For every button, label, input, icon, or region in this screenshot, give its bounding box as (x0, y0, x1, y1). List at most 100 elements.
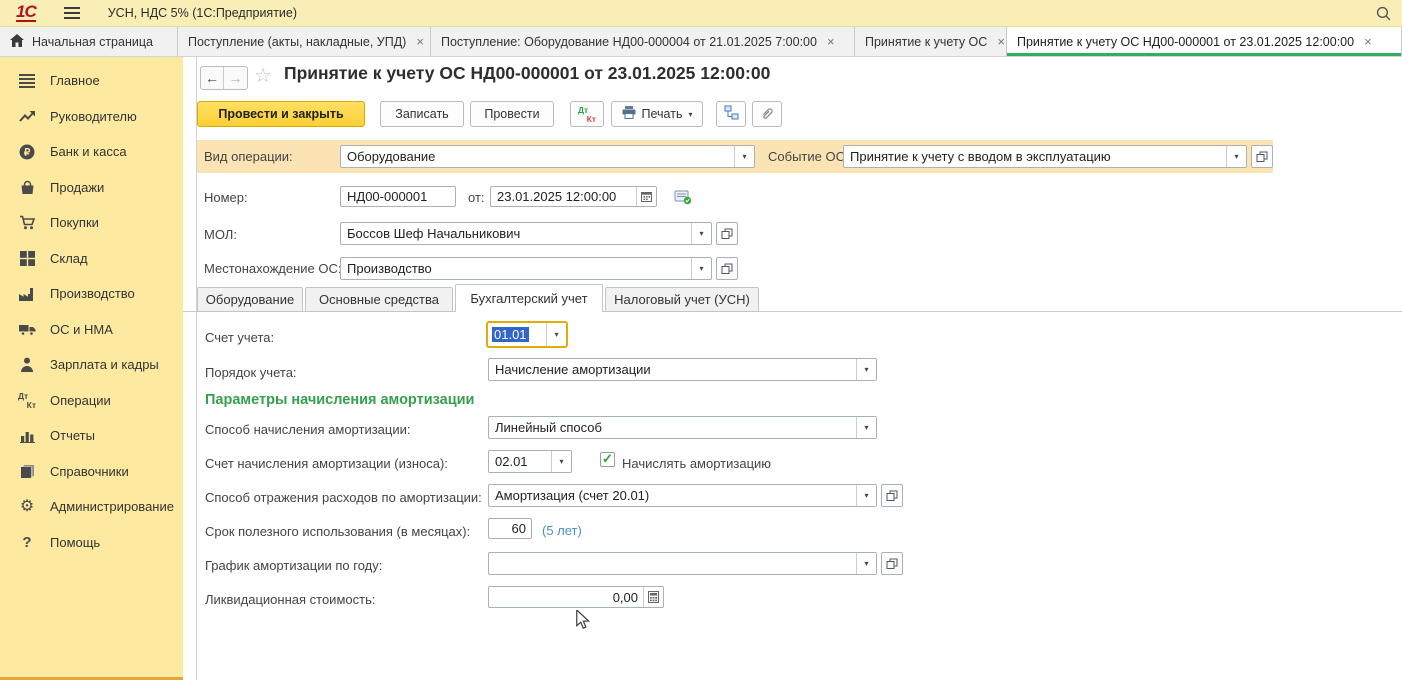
favorite-star-icon[interactable]: ☆ (254, 63, 272, 88)
main-menu-icon[interactable] (64, 7, 80, 19)
accrue-depreciation-checkbox[interactable]: ✓ (600, 452, 615, 467)
post-button[interactable]: Провести (470, 101, 554, 127)
attachments-button[interactable] (752, 101, 782, 127)
global-search-icon[interactable] (1375, 5, 1392, 27)
method-field[interactable]: Линейный способ ▾ (488, 416, 877, 439)
calendar-icon[interactable] (636, 187, 656, 206)
sidebar-item-label: Администрирование (50, 499, 174, 514)
sidebar-item-spravochniki[interactable]: Справочники (0, 454, 183, 490)
os-event-field[interactable]: Принятие к учету с вводом в эксплуатацию… (843, 145, 1247, 168)
expense-method-field[interactable]: Амортизация (счет 20.01) ▾ (488, 484, 877, 507)
mol-field[interactable]: Боссов Шеф Начальникович ▾ (340, 222, 712, 245)
os-event-open-button[interactable] (1251, 145, 1273, 168)
menu-lines-icon (17, 72, 37, 90)
tab-prinyatie-doc[interactable]: Принятие к учету ОС НД00-000001 от 23.01… (1007, 27, 1402, 56)
tab-osnovnye-sredstva[interactable]: Основные средства (305, 287, 453, 312)
schedule-field[interactable]: ▾ (488, 552, 877, 575)
dropdown-arrow-icon[interactable]: ▾ (856, 417, 876, 438)
sidebar-item-rukovoditelyu[interactable]: Руководителю (0, 99, 183, 135)
cart-icon (17, 214, 37, 232)
dropdown-arrow-icon[interactable]: ▾ (1226, 146, 1246, 167)
depr-account-label: Счет начисления амортизации (износа): (205, 456, 448, 471)
schedule-open-button[interactable] (881, 552, 903, 575)
gear-icon: ⚙ (17, 498, 37, 516)
tab-close-icon[interactable]: × (997, 34, 1005, 49)
forward-button[interactable]: → (224, 67, 247, 89)
dtkt-icon: ДтКт (17, 391, 37, 409)
sidebar-item-pomosch[interactable]: ? Помощь (0, 525, 183, 561)
history-nav: ← → (200, 66, 248, 90)
sidebar-item-glavnoe[interactable]: Главное (0, 63, 183, 99)
person-icon (17, 356, 37, 374)
tab-close-icon[interactable]: × (1364, 34, 1372, 49)
sidebar-item-proizvodstvo[interactable]: Производство (0, 276, 183, 312)
location-field[interactable]: Производство ▾ (340, 257, 712, 280)
dropdown-arrow-icon[interactable]: ▾ (734, 146, 754, 167)
titlebar: 1С УСН, НДС 5% (1С:Предприятие) (0, 0, 1402, 27)
sidebar-item-label: ОС и НМА (50, 322, 113, 337)
tab-label: Принятие к учету ОС НД00-000001 от 23.01… (1017, 35, 1354, 49)
dropdown-arrow-icon[interactable]: ▾ (691, 258, 711, 279)
operation-type-field[interactable]: Оборудование ▾ (340, 145, 755, 168)
date-field[interactable]: 23.01.2025 12:00:00 (490, 186, 657, 207)
tab-postuplenie-doc[interactable]: Поступление: Оборудование НД00-000004 от… (431, 27, 855, 56)
set-number-icon[interactable] (672, 186, 693, 207)
order-field[interactable]: Начисление амортизации ▾ (488, 358, 877, 381)
mol-open-button[interactable] (716, 222, 738, 245)
print-button[interactable]: Печать ▾ (611, 101, 703, 127)
tab-buhgalterskij-uchet[interactable]: Бухгалтерский учет (455, 284, 603, 312)
operation-type-label: Вид операции: (204, 149, 293, 164)
related-documents-button[interactable] (716, 101, 746, 127)
document-title: Принятие к учету ОС НД00-000001 от 23.01… (284, 63, 770, 84)
dropdown-arrow-icon[interactable]: ▾ (551, 451, 571, 472)
useful-life-field[interactable]: 60 (488, 518, 532, 539)
expense-method-open-button[interactable] (881, 484, 903, 507)
order-label: Порядок учета: (205, 365, 297, 380)
1c-logo[interactable]: 1С (16, 4, 36, 22)
tab-prinyatie-list[interactable]: Принятие к учету ОС × (855, 27, 1007, 56)
dropdown-arrow-icon[interactable]: ▾ (856, 553, 876, 574)
dtkt-icon: ДтКт (578, 106, 596, 123)
tab-oborudovanie[interactable]: Оборудование (197, 287, 303, 312)
depr-account-field[interactable]: 02.01 ▾ (488, 450, 572, 473)
dropdown-arrow-icon[interactable]: ▾ (856, 359, 876, 380)
sidebar-item-sklad[interactable]: Склад (0, 241, 183, 277)
account-field[interactable]: 01.01 ▾ (486, 321, 568, 348)
sidebar-item-otchety[interactable]: Отчеты (0, 418, 183, 454)
post-and-close-button[interactable]: Провести и закрыть (197, 101, 365, 127)
date-label: от: (468, 190, 485, 205)
sales-bag-icon (17, 178, 37, 196)
dropdown-arrow-icon[interactable]: ▾ (856, 485, 876, 506)
number-field[interactable]: НД00-000001 (340, 186, 456, 207)
sidebar-item-label: Руководителю (50, 109, 137, 124)
number-label: Номер: (204, 190, 248, 205)
sidebar-item-operacii[interactable]: ДтКт Операции (0, 383, 183, 419)
tab-close-icon[interactable]: × (416, 34, 424, 49)
location-open-button[interactable] (716, 257, 738, 280)
tab-nalogovyj-uchet[interactable]: Налоговый учет (УСН) (605, 287, 759, 312)
sidebar-item-os-nma[interactable]: ОС и НМА (0, 312, 183, 348)
sidebar-item-label: Склад (50, 251, 88, 266)
liquidation-field[interactable]: 0,00 (488, 586, 664, 608)
sidebar-item-administrirovanie[interactable]: ⚙ Администрирование (0, 489, 183, 525)
tab-home[interactable]: Начальная страница (0, 27, 178, 56)
dropdown-arrow-icon[interactable]: ▾ (546, 323, 566, 346)
app-title: УСН, НДС 5% (1С:Предприятие) (108, 6, 297, 20)
tab-close-icon[interactable]: × (827, 34, 835, 49)
back-button[interactable]: ← (201, 67, 224, 89)
sidebar-item-label: Зарплата и кадры (50, 357, 159, 372)
account-label: Счет учета: (205, 330, 274, 345)
sidebar-item-bank-kassa[interactable]: ₽ Банк и касса (0, 134, 183, 170)
sidebar-item-zarplata[interactable]: Зарплата и кадры (0, 347, 183, 383)
sidebar-item-prodazhi[interactable]: Продажи (0, 170, 183, 206)
mol-label: МОЛ: (204, 227, 237, 242)
print-label: Печать (642, 107, 683, 121)
dropdown-arrow-icon[interactable]: ▾ (691, 223, 711, 244)
sidebar-item-pokupki[interactable]: Покупки (0, 205, 183, 241)
show-postings-button[interactable]: ДтКт (570, 101, 604, 127)
calculator-icon[interactable] (643, 587, 663, 607)
mouse-cursor (575, 610, 591, 635)
window-tab-bar: Начальная страница Поступление (акты, на… (0, 27, 1402, 57)
save-button[interactable]: Записать (380, 101, 464, 127)
tab-postuplenie-list[interactable]: Поступление (акты, накладные, УПД) × (178, 27, 431, 56)
